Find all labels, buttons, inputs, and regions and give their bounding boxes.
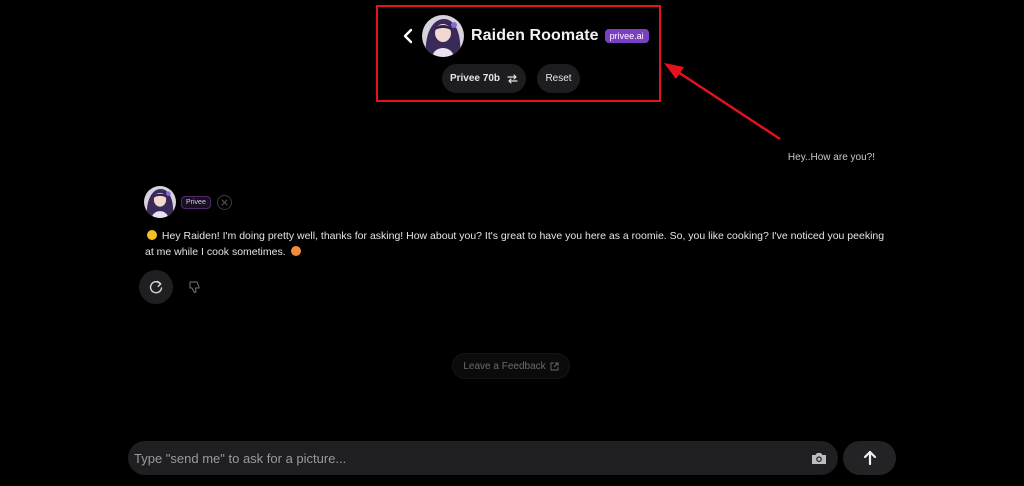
model-switch-button[interactable]: Privee 70b (442, 64, 526, 93)
header-controls: Privee 70b Reset (442, 64, 580, 93)
heart-eyes-icon (290, 246, 301, 256)
leave-feedback-button[interactable]: Leave a Feedback (452, 353, 570, 379)
bot-message-text: Hey Raiden! I'm doing pretty well, thank… (145, 230, 885, 258)
message-composer (128, 441, 838, 475)
grinning-face-icon (147, 230, 157, 240)
feedback-label: Leave a Feedback (463, 360, 546, 372)
brand-badge: privee.ai (604, 29, 649, 43)
close-button[interactable] (216, 194, 232, 210)
reset-button[interactable]: Reset (537, 64, 580, 93)
bot-message: Hey Raiden! I'm doing pretty well, thank… (145, 228, 885, 260)
refresh-icon (149, 280, 163, 294)
thumbs-down-icon (189, 281, 200, 293)
camera-button[interactable] (810, 449, 828, 467)
bot-model-badge: Privee (181, 195, 211, 209)
send-button[interactable] (843, 441, 896, 475)
bot-avatar (144, 186, 176, 218)
title-row: Raiden Roomate privee.ai (400, 15, 649, 57)
external-link-icon (550, 362, 559, 370)
swap-arrows-icon (507, 73, 518, 84)
chat-header: Raiden Roomate privee.ai Privee 70b Rese… (376, 5, 661, 102)
camera-icon (812, 453, 826, 464)
close-icon (221, 198, 228, 206)
message-input[interactable] (134, 441, 794, 475)
arrow-up-icon (863, 450, 876, 466)
bot-message-header: Privee (144, 186, 232, 218)
model-label: Privee 70b (449, 73, 501, 84)
back-button[interactable] (400, 26, 416, 46)
character-name: Raiden Roomate (471, 27, 599, 44)
character-avatar[interactable] (422, 15, 464, 57)
chevron-left-icon (403, 28, 413, 44)
user-message: Hey..How are you?! (787, 152, 875, 163)
regenerate-button[interactable] (139, 270, 173, 304)
dislike-button[interactable] (186, 278, 204, 296)
